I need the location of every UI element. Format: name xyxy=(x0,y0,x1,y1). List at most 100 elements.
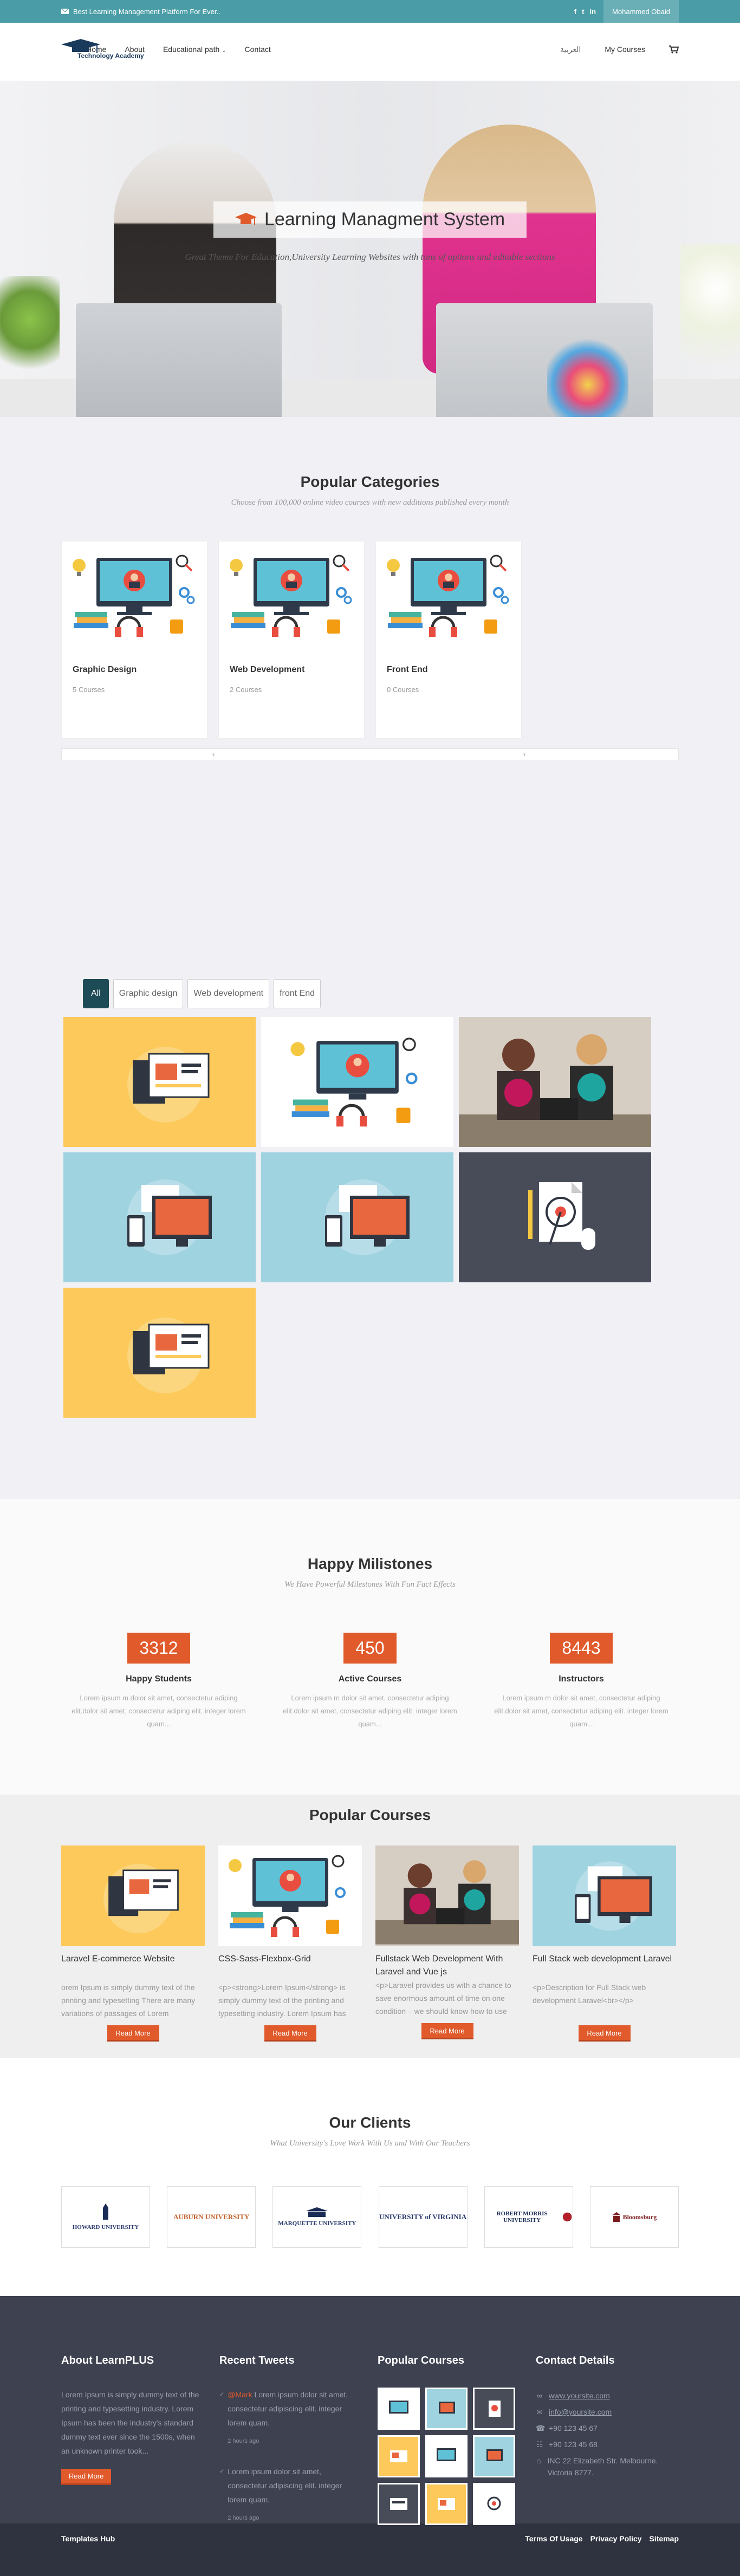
course-card[interactable]: CSS-Sass-Flexbox-Grid <p><strong>Lorem I… xyxy=(218,1845,362,2042)
category-card[interactable]: Front End 0 Courses xyxy=(375,541,522,739)
client-logo[interactable]: AUBURN UNIVERSITY xyxy=(167,2186,256,2248)
linkedin-icon[interactable]: in xyxy=(589,8,596,16)
footer-course-thumb[interactable] xyxy=(473,2388,515,2430)
site-logo[interactable]: Technology Academy xyxy=(61,39,144,60)
course-title[interactable]: Laravel E-commerce Website xyxy=(61,1953,205,1969)
course-image xyxy=(218,1845,362,1946)
filter-graphic-design[interactable]: Graphic design xyxy=(113,979,184,1008)
category-card[interactable]: Graphic Design 5 Courses xyxy=(61,541,207,739)
web-design-illustration xyxy=(127,1318,209,1393)
footer-course-thumb[interactable] xyxy=(473,2435,515,2477)
gallery-item[interactable] xyxy=(63,1152,256,1282)
stat-item: 450 Active Courses Lorem ipsum m dolor s… xyxy=(272,1633,468,1731)
gallery-item[interactable] xyxy=(459,1152,651,1282)
milestone-stats: 3312 Happy Students Lorem ipsum m dolor … xyxy=(61,1633,679,1731)
email-icon xyxy=(61,9,69,14)
client-logo[interactable]: HOWARD UNIVERSITY xyxy=(61,2186,150,2248)
chevron-left-icon[interactable]: ‹ xyxy=(212,751,215,758)
contact-address: INC 22 Elizabeth Str. Melbourne. Victori… xyxy=(547,2456,658,2477)
course-image xyxy=(533,1845,676,1946)
course-title[interactable]: CSS-Sass-Flexbox-Grid xyxy=(218,1953,362,1969)
top-bar: Best Learning Management Platform For Ev… xyxy=(0,0,740,23)
footer-tweets: Recent Tweets ✓ @Mark Lorem ipsum dolor … xyxy=(219,2355,361,2541)
course-card[interactable]: Full Stack web development Laravel <p>De… xyxy=(533,1845,676,2042)
contact-website[interactable]: www.yoursite.com xyxy=(549,2388,610,2404)
clients-section: Our Clients What University's Love Work … xyxy=(0,2058,740,2296)
milestones-title: Happy Milistones xyxy=(307,1555,433,1572)
gallery-item[interactable] xyxy=(459,1017,651,1147)
stat-label: Instructors xyxy=(559,1674,604,1684)
privacy-link[interactable]: Privacy Policy xyxy=(590,2534,642,2543)
read-more-button[interactable]: Read More xyxy=(264,2025,316,2042)
clients-title: Our Clients xyxy=(329,2114,411,2131)
design-tools-illustration xyxy=(528,1182,595,1250)
course-card[interactable]: Fullstack Web Development With Laravel a… xyxy=(375,1845,519,2042)
footer-about-title: About LearnPLUS xyxy=(61,2355,154,2366)
footer-course-thumb[interactable] xyxy=(473,2483,515,2525)
filter-front-end[interactable]: front End xyxy=(274,979,321,1008)
terms-link[interactable]: Terms Of Usage xyxy=(525,2534,582,2543)
course-card[interactable]: Laravel E-commerce Website orem Ipsum is… xyxy=(61,1845,205,2042)
gallery-item[interactable] xyxy=(63,1017,256,1147)
user-menu[interactable]: Mohammed Obaid xyxy=(603,0,679,23)
course-thumb-icon xyxy=(489,2401,501,2417)
twitter-icon[interactable]: t xyxy=(582,8,584,16)
filter-all[interactable]: All xyxy=(83,979,109,1008)
category-name: Web Development xyxy=(230,665,305,674)
hero-flower xyxy=(680,244,740,395)
category-card[interactable]: Web Development 2 Courses xyxy=(218,541,365,739)
course-gallery-section: All Graphic design Web development front… xyxy=(0,952,740,1499)
facebook-icon[interactable]: f xyxy=(574,8,576,16)
students-photo xyxy=(375,1847,519,1945)
fax-icon: ☷ xyxy=(536,2440,543,2449)
client-logo[interactable]: MARQUETTE UNIVERSITY xyxy=(272,2186,362,2248)
hero-title: Learning Managment System xyxy=(264,209,505,230)
footer-course-thumb[interactable] xyxy=(425,2388,468,2430)
filter-web-development[interactable]: Web development xyxy=(187,979,270,1008)
client-logo[interactable]: Bloomsburg xyxy=(589,2186,679,2248)
cart-icon[interactable] xyxy=(669,45,679,54)
my-courses-link[interactable]: My Courses xyxy=(605,45,645,54)
gallery-item[interactable] xyxy=(261,1017,453,1147)
footer-course-thumb[interactable] xyxy=(378,2483,420,2525)
user-name: Mohammed Obaid xyxy=(612,7,670,16)
course-title[interactable]: Full Stack web development Laravel xyxy=(533,1953,676,1969)
twitter-icon: ✓ xyxy=(219,2391,225,2398)
client-logo[interactable]: UNIVERSITY of VIRGINIA xyxy=(378,2186,468,2248)
category-count: 0 Courses xyxy=(387,686,419,694)
contact-email[interactable]: info@yoursite.com xyxy=(549,2404,612,2420)
footer-course-thumb[interactable] xyxy=(425,2435,468,2477)
menu-educational-path-label: Educational path xyxy=(163,45,220,54)
footer-course-thumbs xyxy=(378,2388,520,2525)
chevron-right-icon[interactable]: › xyxy=(523,751,525,758)
read-more-button[interactable]: Read More xyxy=(421,2023,473,2039)
sitemap-link[interactable]: Sitemap xyxy=(650,2534,679,2543)
read-more-button[interactable]: Read More xyxy=(107,2025,159,2042)
footer-read-more-button[interactable]: Read More xyxy=(61,2469,112,2485)
menu-educational-path[interactable]: Educational path ⌄ xyxy=(163,45,226,54)
popular-courses-section: Popular Courses Laravel E-commerce Websi… xyxy=(0,1795,740,2058)
email-icon: ✉ xyxy=(536,2408,543,2416)
client-logo[interactable]: ROBERT MORRIS UNIVERSITY xyxy=(484,2186,573,2248)
course-title[interactable]: Fullstack Web Development With Laravel a… xyxy=(375,1953,519,1979)
tweet-author[interactable]: @Mark xyxy=(228,2390,252,2399)
milestones-subtitle: We Have Powerful Milestones With Fun Fac… xyxy=(284,1580,456,1589)
language-switch[interactable]: العربية xyxy=(560,45,581,54)
footer-course-thumb[interactable] xyxy=(378,2435,420,2477)
read-more-button[interactable]: Read More xyxy=(578,2025,631,2042)
twitter-icon: ✓ xyxy=(219,2468,225,2475)
gallery-item[interactable] xyxy=(261,1152,453,1282)
stat-value: 450 xyxy=(343,1633,397,1664)
footer-popular-courses: Popular Courses xyxy=(378,2355,520,2541)
responsive-design-illustration xyxy=(324,1179,410,1255)
footer-brand: Templates Hub xyxy=(61,2534,115,2543)
hero-subtitle: Great Theme For Education,University Lea… xyxy=(185,252,555,262)
footer-course-thumb[interactable] xyxy=(378,2388,420,2430)
menu-contact[interactable]: Contact xyxy=(245,45,271,54)
online-learning-illustration xyxy=(290,1038,417,1127)
client-name: ROBERT MORRIS UNIVERSITY xyxy=(496,2210,548,2223)
popular-categories-section: Popular Categories Choose from 100,000 o… xyxy=(0,417,740,979)
footer-course-thumb[interactable] xyxy=(425,2483,468,2525)
gallery-item[interactable] xyxy=(63,1288,256,1418)
online-learning-illustration xyxy=(228,1855,346,1937)
